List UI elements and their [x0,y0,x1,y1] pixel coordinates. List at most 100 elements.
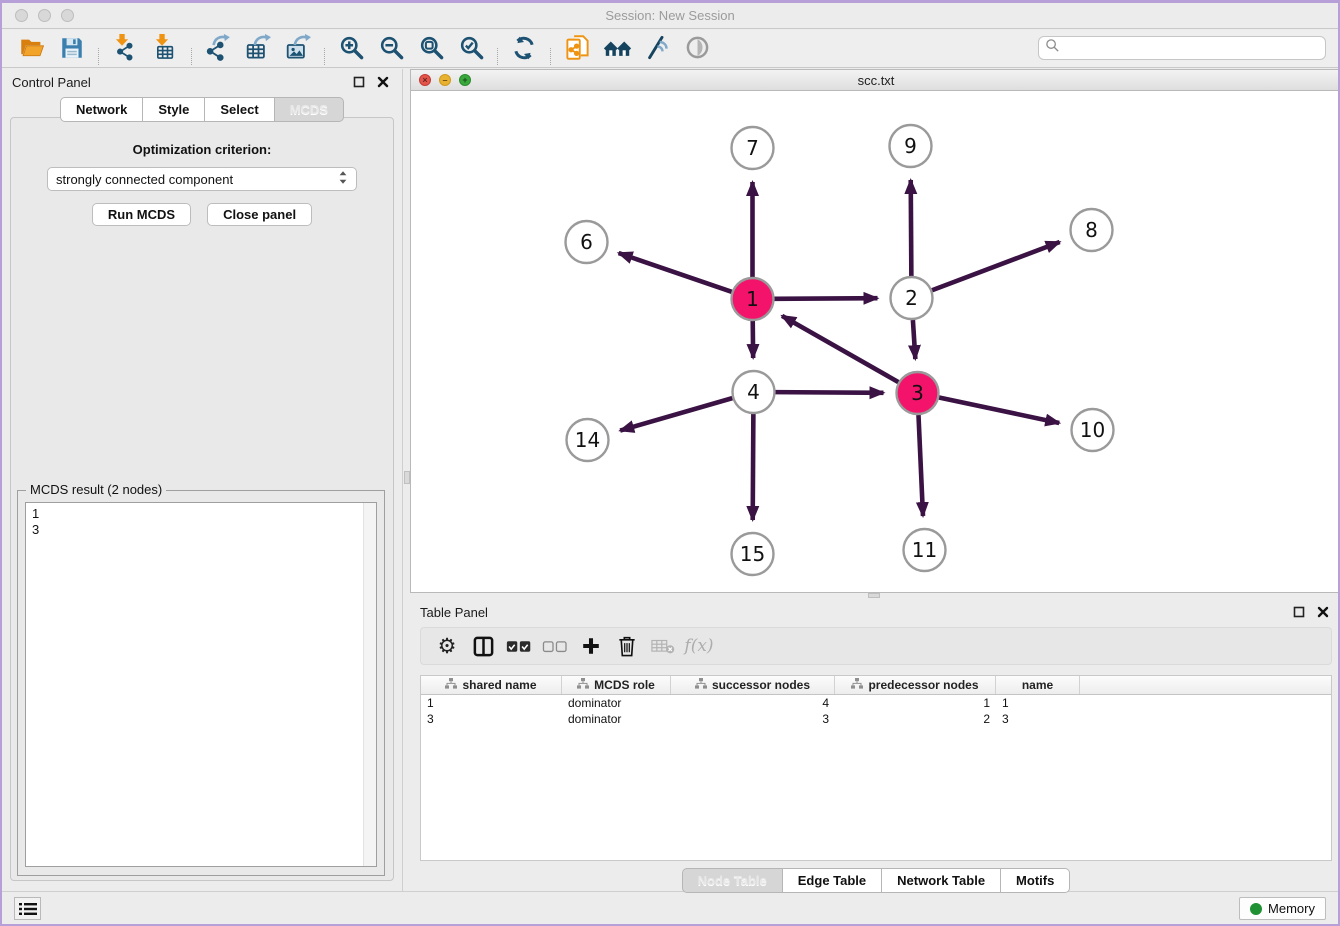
style-brush-icon[interactable] [637,31,677,63]
save-session-icon[interactable] [52,32,92,64]
edge-2-9[interactable] [911,180,912,276]
tab-style[interactable]: Style [143,97,205,122]
node-label-14: 14 [575,428,600,452]
search-input[interactable] [1060,38,1325,58]
table-tab-edge-table[interactable]: Edge Table [783,868,882,893]
search-icon [1045,38,1060,58]
edge-3-10[interactable] [939,398,1059,423]
edge-3-11[interactable] [918,415,923,516]
optimization-criterion-label: Optimization criterion: [11,142,393,157]
table-toolbar: ⚙f(x) [420,627,1332,665]
list-icon [19,902,37,916]
tab-network[interactable]: Network [60,97,143,122]
duplicate-network-icon[interactable] [557,31,597,63]
home-icon[interactable] [597,31,637,63]
close-panel-button[interactable]: Close panel [207,203,312,226]
network-window-titlebar[interactable]: × – + scc.txt [411,70,1340,91]
import-table-icon[interactable] [145,31,185,63]
horizontal-splitter-grip[interactable] [868,593,880,598]
column-header-name[interactable]: name [996,676,1080,694]
table-tab-node-table[interactable]: Node Table [682,868,783,893]
edge-4-14[interactable] [620,398,732,430]
network-graph[interactable]: 7968124314101511 [411,91,1340,592]
edge-1-2[interactable] [774,298,877,299]
zoom-out-icon[interactable] [371,31,411,63]
run-mcds-button[interactable]: Run MCDS [92,203,191,226]
edge-1-6[interactable] [619,253,732,292]
column-header-predecessor-nodes[interactable]: predecessor nodes [835,676,996,694]
export-table-icon[interactable] [238,31,278,63]
close-panel-icon[interactable] [374,74,392,90]
table-tab-network-table[interactable]: Network Table [882,868,1001,893]
cell-MCDS-role[interactable]: dominator [562,712,671,726]
eye-icon[interactable] [677,31,717,63]
edge-2-3[interactable] [913,320,915,359]
node-table: shared nameMCDS rolesuccessor nodesprede… [420,675,1332,861]
mcds-result-scrollbar[interactable] [363,503,376,866]
cell-predecessor-nodes[interactable]: 2 [835,712,996,726]
table-row-1[interactable]: 1dominator411 [421,695,1331,711]
memory-button[interactable]: Memory [1239,897,1326,920]
search-box[interactable] [1038,36,1326,60]
column-header-MCDS-role[interactable]: MCDS role [562,676,671,694]
zoom-in-icon[interactable] [331,31,371,63]
cell-shared-name[interactable]: 1 [421,696,562,710]
mcds-result-group: MCDS result (2 nodes) 1 3 [17,490,385,876]
cell-name[interactable]: 3 [996,712,1080,726]
application-window: Session: New Session Control Panel Netwo… [0,0,1340,926]
window-title: Session: New Session [2,8,1338,23]
zoom-selected-icon[interactable] [451,31,491,63]
table-panel-title: Table Panel [420,605,488,620]
cell-shared-name[interactable]: 3 [421,712,562,726]
export-image-icon[interactable] [278,31,318,63]
close-table-panel-icon[interactable] [1314,604,1332,620]
add-column-icon[interactable] [573,631,609,661]
edge-4-15[interactable] [753,414,754,520]
edge-4-3[interactable] [775,392,883,393]
table-tab-motifs[interactable]: Motifs [1001,868,1070,893]
select-all-icon[interactable] [501,631,537,661]
edge-3-1[interactable] [782,316,898,382]
tab-select[interactable]: Select [205,97,274,122]
zoom-fit-icon[interactable] [411,31,451,63]
tab-mcds[interactable]: MCDS [275,97,344,122]
cell-predecessor-nodes[interactable]: 1 [835,696,996,710]
import-network-icon[interactable] [105,31,145,63]
open-folder-icon[interactable] [12,31,52,63]
status-bar: Memory [2,891,1338,924]
column-header-successor-nodes[interactable]: successor nodes [671,676,835,694]
toolbar-separator [497,48,498,65]
toolbar-separator [550,48,551,65]
column-browser-icon[interactable] [465,631,501,661]
mcds-result-text[interactable]: 1 3 [25,502,377,867]
cell-MCDS-role[interactable]: dominator [562,696,671,710]
deselect-all-icon[interactable] [537,631,573,661]
node-label-8: 8 [1085,218,1098,242]
table-row-2[interactable]: 3dominator323 [421,711,1331,727]
cell-successor-nodes[interactable]: 3 [671,712,835,726]
float-table-panel-icon[interactable] [1290,604,1308,620]
gear-icon[interactable]: ⚙ [429,631,465,661]
delete-icon[interactable] [609,631,645,661]
network-canvas[interactable]: 7968124314101511 [411,91,1340,592]
column-type-icon [695,678,707,692]
float-panel-icon[interactable] [350,74,368,90]
cell-name[interactable]: 1 [996,696,1080,710]
mcds-tab-content: Optimization criterion: strongly connect… [10,117,394,881]
node-label-1: 1 [746,287,759,311]
node-label-10: 10 [1080,418,1105,442]
select-chevrons-icon [338,170,348,188]
column-type-icon [577,678,589,692]
export-network-icon[interactable] [198,31,238,63]
column-header-shared-name[interactable]: shared name [421,676,562,694]
task-history-button[interactable] [14,897,41,920]
window-titlebar: Session: New Session [2,3,1338,29]
edge-2-8[interactable] [932,242,1060,290]
cell-successor-nodes[interactable]: 4 [671,696,835,710]
refresh-icon[interactable] [504,32,544,64]
vertical-splitter[interactable] [402,69,410,895]
optimization-criterion-select[interactable]: strongly connected component [47,167,357,191]
control-panel: Control Panel NetworkStyleSelectMCDS Opt… [2,69,402,895]
table-panel: Table Panel ⚙f(x) shared nameMCDS rolesu… [410,599,1340,895]
toolbar-separator [98,48,99,65]
